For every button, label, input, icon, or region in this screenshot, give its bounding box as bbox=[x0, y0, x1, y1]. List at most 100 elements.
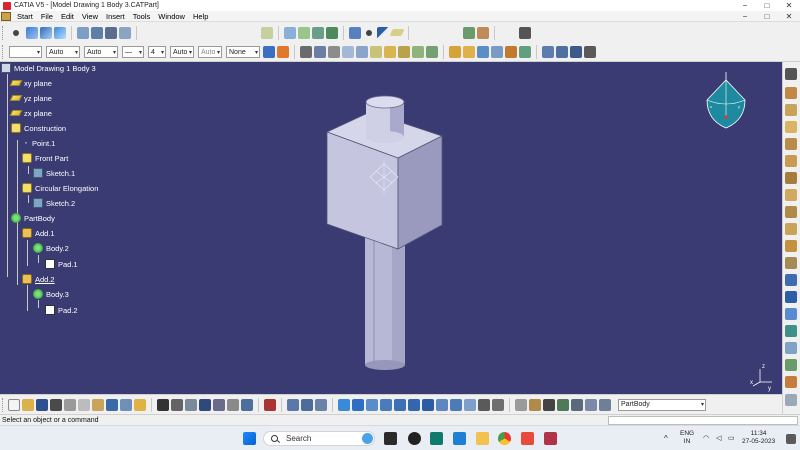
catia-taskbar-icon[interactable] bbox=[544, 432, 557, 445]
menu-file[interactable]: File bbox=[37, 12, 57, 21]
tree-node-pad-2[interactable]: Pad.2 bbox=[45, 304, 78, 316]
constraints-icon[interactable] bbox=[264, 398, 276, 411]
properties-icon[interactable] bbox=[277, 46, 289, 58]
arc-tool-icon[interactable] bbox=[40, 26, 52, 39]
comment-icon[interactable] bbox=[171, 398, 183, 411]
section-icon[interactable] bbox=[314, 46, 326, 58]
copy-geometry-icon[interactable] bbox=[91, 26, 103, 39]
catalog-browser-icon[interactable] bbox=[585, 398, 597, 411]
capture-icon[interactable] bbox=[519, 26, 531, 39]
point-3d-icon[interactable] bbox=[366, 29, 372, 36]
hide-icon[interactable] bbox=[478, 398, 490, 411]
zoom-out-icon[interactable] bbox=[408, 398, 420, 411]
grid-icon[interactable] bbox=[570, 46, 582, 58]
measure-item-icon[interactable] bbox=[543, 398, 555, 411]
shaft-tool-icon[interactable] bbox=[370, 46, 382, 58]
current-body-combo[interactable]: PartBody bbox=[618, 398, 706, 411]
redo-icon[interactable] bbox=[120, 398, 132, 411]
point-symbol-combo[interactable]: Auto bbox=[170, 46, 194, 58]
menu-insert[interactable]: Insert bbox=[102, 12, 129, 21]
std-view-icon[interactable] bbox=[515, 398, 527, 411]
groove-tool-icon[interactable] bbox=[384, 46, 396, 58]
close-surface-icon[interactable] bbox=[785, 308, 797, 320]
3d-viewport[interactable]: z y x x y Model Drawing 1 Body 3 xy plan… bbox=[0, 62, 782, 394]
spline-tool-icon[interactable] bbox=[26, 26, 38, 39]
rotate-view-bottom-icon[interactable] bbox=[380, 398, 392, 411]
pattern-icon[interactable] bbox=[556, 46, 568, 58]
symmetry-icon[interactable] bbox=[785, 376, 797, 388]
tree-node-yz-plane[interactable]: yz plane bbox=[9, 92, 52, 104]
menu-start[interactable]: Start bbox=[13, 12, 37, 21]
sew-surface-icon[interactable] bbox=[785, 325, 797, 337]
tree-node-pad-1[interactable]: Pad.1 bbox=[45, 258, 78, 270]
doc-restore-button[interactable]: □ bbox=[756, 12, 778, 21]
chrome-icon[interactable] bbox=[498, 432, 511, 445]
chamfer-icon[interactable] bbox=[463, 46, 475, 58]
undo-icon[interactable] bbox=[106, 398, 118, 411]
formula-icon[interactable] bbox=[157, 398, 169, 411]
shell-icon[interactable] bbox=[491, 46, 503, 58]
file-explorer-icon[interactable] bbox=[476, 432, 489, 445]
menu-help[interactable]: Help bbox=[189, 12, 212, 21]
toolbar-grip[interactable] bbox=[2, 25, 4, 40]
zoom-in-icon[interactable] bbox=[394, 398, 406, 411]
pad-feature-icon[interactable] bbox=[785, 87, 797, 99]
iso-view-icon[interactable] bbox=[450, 398, 462, 411]
tree-node-construction[interactable]: Construction bbox=[11, 122, 66, 134]
dimension-icon[interactable] bbox=[287, 398, 299, 411]
wifi-icon[interactable]: ◠ bbox=[703, 435, 709, 443]
mirror-icon[interactable] bbox=[542, 46, 554, 58]
slot-feature-icon[interactable] bbox=[785, 189, 797, 201]
remove-loft-icon[interactable] bbox=[785, 240, 797, 252]
rotate-icon[interactable] bbox=[785, 359, 797, 371]
tree-node-xy-plane[interactable]: xy plane bbox=[9, 77, 52, 89]
tree-node-partbody[interactable]: PartBody bbox=[11, 212, 55, 224]
power-input-field[interactable] bbox=[608, 415, 798, 425]
body-insert-icon[interactable] bbox=[312, 26, 324, 39]
view-rotate-icon[interactable] bbox=[785, 68, 797, 80]
sketcher-icon[interactable] bbox=[261, 26, 273, 39]
painter-icon[interactable] bbox=[263, 46, 275, 58]
thick-surface-icon[interactable] bbox=[785, 291, 797, 303]
multi-pad-icon[interactable] bbox=[785, 257, 797, 269]
constraint-icon[interactable] bbox=[328, 46, 340, 58]
toolbar-grip[interactable] bbox=[2, 397, 4, 412]
whats-this-icon[interactable] bbox=[134, 398, 146, 411]
work-object-icon[interactable] bbox=[298, 26, 310, 39]
task-view-icon[interactable] bbox=[384, 432, 397, 445]
normal-view-icon[interactable] bbox=[422, 398, 434, 411]
maximize-button[interactable]: □ bbox=[756, 1, 778, 10]
volume-icon[interactable]: ◁ bbox=[716, 435, 721, 443]
transparency-combo[interactable]: Auto bbox=[84, 46, 118, 58]
rib-feature-icon[interactable] bbox=[785, 172, 797, 184]
taskbar-search[interactable]: Search bbox=[263, 431, 375, 446]
l-app-icon[interactable] bbox=[453, 432, 466, 445]
clock[interactable]: 11:34 27-05-2023 bbox=[742, 430, 775, 446]
open-icon[interactable] bbox=[22, 398, 34, 411]
close-button[interactable]: ✕ bbox=[778, 1, 800, 10]
slot-tool-icon[interactable] bbox=[426, 46, 438, 58]
copy-icon[interactable] bbox=[78, 398, 90, 411]
stiffener-feature-icon[interactable] bbox=[785, 206, 797, 218]
plane-tool-icon[interactable] bbox=[389, 29, 405, 36]
language-indicator[interactable]: ENG IN bbox=[680, 430, 694, 446]
tree-node-add-2[interactable]: Add.2 bbox=[22, 273, 55, 285]
profile-tool-icon[interactable] bbox=[54, 26, 66, 39]
save-icon[interactable] bbox=[36, 398, 48, 411]
line-tool-icon[interactable] bbox=[349, 26, 361, 39]
print-icon[interactable] bbox=[50, 398, 62, 411]
tree-node-circular-elongation[interactable]: Circular Elongation bbox=[22, 182, 98, 194]
tree-root[interactable]: Model Drawing 1 Body 3 bbox=[1, 62, 96, 74]
rotate-view-icon[interactable] bbox=[77, 26, 89, 39]
hide-show-icon[interactable] bbox=[241, 398, 253, 411]
catalog-icon[interactable] bbox=[105, 26, 117, 39]
catia-start-logo-icon[interactable] bbox=[1, 11, 11, 21]
fix-together-icon[interactable] bbox=[301, 398, 313, 411]
tree-node-add-1[interactable]: Add.1 bbox=[22, 227, 55, 239]
loft-feature-icon[interactable] bbox=[785, 223, 797, 235]
toolbar-grip[interactable] bbox=[2, 45, 4, 59]
define-body-icon[interactable] bbox=[599, 398, 611, 411]
thread-icon[interactable] bbox=[519, 46, 531, 58]
inertia-icon[interactable] bbox=[227, 398, 239, 411]
notification-icon[interactable] bbox=[786, 434, 796, 444]
